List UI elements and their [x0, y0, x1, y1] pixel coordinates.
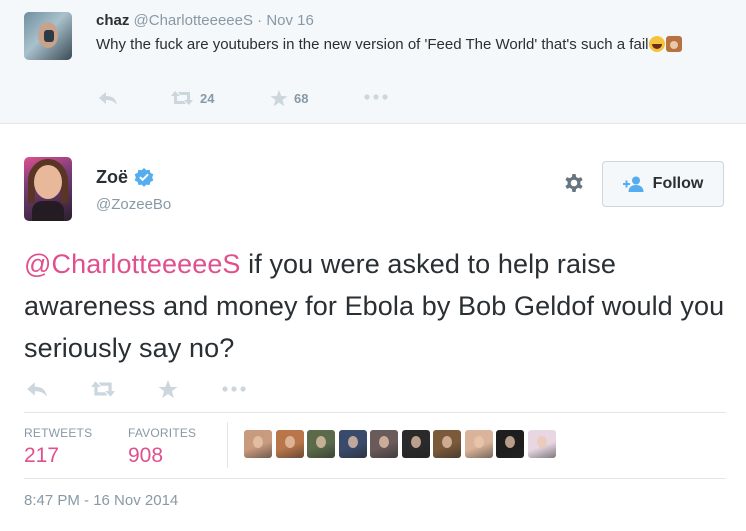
parent-favorite-count: 68 — [294, 91, 309, 106]
star-icon — [270, 90, 288, 107]
parent-timestamp[interactable]: Nov 16 — [266, 12, 314, 29]
favoriter-avatar-8[interactable] — [464, 430, 493, 458]
favorites-label: FAVORITES — [128, 426, 197, 440]
laughing-emoji-icon — [649, 36, 666, 52]
main-author-name[interactable]: Zoë — [96, 167, 128, 188]
parent-avatar[interactable] — [24, 12, 72, 60]
retweet-icon — [171, 91, 193, 105]
main-favorite-button[interactable] — [158, 380, 178, 399]
divider — [24, 478, 726, 479]
favoriter-avatar-3[interactable] — [307, 430, 335, 458]
favoriter-avatar-7[interactable] — [433, 430, 461, 458]
reply-icon — [27, 382, 47, 397]
more-dots-icon — [222, 386, 246, 392]
reply-icon — [99, 92, 117, 105]
favoriter-avatar-1[interactable] — [244, 430, 272, 458]
parent-tweet-header: chaz @CharlotteeeeeS · Nov 16 — [96, 12, 314, 29]
favorites-stat[interactable]: FAVORITES 908 — [128, 426, 196, 468]
favoriter-avatar-10[interactable] — [527, 430, 556, 458]
mention-link[interactable]: @CharlotteeeeeS — [24, 249, 241, 279]
verified-badge-icon — [134, 167, 154, 187]
parent-tweet-text: Why the fuck are youtubers in the new ve… — [96, 34, 726, 55]
divider — [24, 412, 726, 413]
favorites-count: 908 — [128, 444, 164, 467]
parent-tweet[interactable]: chaz @CharlotteeeeeS · Nov 16 Why the fu… — [0, 0, 746, 124]
follow-button[interactable]: Follow — [602, 161, 724, 207]
favoriter-avatar-5[interactable] — [370, 430, 398, 458]
main-more-button[interactable] — [222, 386, 246, 392]
parent-reply-button[interactable] — [98, 90, 118, 106]
main-tweet-text: @CharlotteeeeeS if you were asked to hel… — [24, 243, 734, 369]
main-avatar[interactable] — [24, 157, 72, 221]
parent-favorite-button[interactable]: 68 — [270, 90, 308, 107]
favoriter-avatar-2[interactable] — [275, 430, 304, 458]
gear-icon[interactable] — [562, 171, 586, 195]
stat-separator — [227, 422, 228, 468]
parent-author-handle[interactable]: @CharlotteeeeeS — [134, 12, 253, 29]
tweet-timestamp[interactable]: 8:47 PM - 16 Nov 2014 — [24, 492, 178, 509]
main-retweet-button[interactable] — [90, 380, 116, 398]
favoriter-avatar-6[interactable] — [401, 430, 430, 458]
retweets-count: 217 — [24, 444, 60, 467]
main-reply-button[interactable] — [26, 380, 48, 398]
main-author-name-row[interactable]: Zoë — [96, 167, 154, 188]
more-dots-icon — [364, 94, 388, 100]
parent-retweet-button[interactable]: 24 — [170, 90, 214, 106]
favoriter-avatar-4[interactable] — [338, 430, 367, 458]
parent-more-button[interactable] — [364, 94, 388, 100]
retweets-stat[interactable]: RETWEETS 217 — [24, 426, 92, 468]
parent-dot-separator: · — [257, 12, 263, 29]
add-user-icon — [622, 176, 644, 192]
parent-author-name[interactable]: chaz — [96, 12, 129, 29]
parent-retweet-count: 24 — [200, 90, 215, 106]
favoriter-avatar-9[interactable] — [496, 430, 524, 458]
follow-button-label: Follow — [652, 175, 704, 192]
retweet-icon — [91, 381, 115, 397]
star-icon — [158, 380, 178, 399]
main-author-handle[interactable]: @ZozeeBo — [96, 196, 171, 213]
parent-tweet-body: Why the fuck are youtubers in the new ve… — [96, 36, 649, 53]
retweets-label: RETWEETS — [24, 426, 93, 440]
monkey-emoji-icon — [666, 36, 683, 52]
